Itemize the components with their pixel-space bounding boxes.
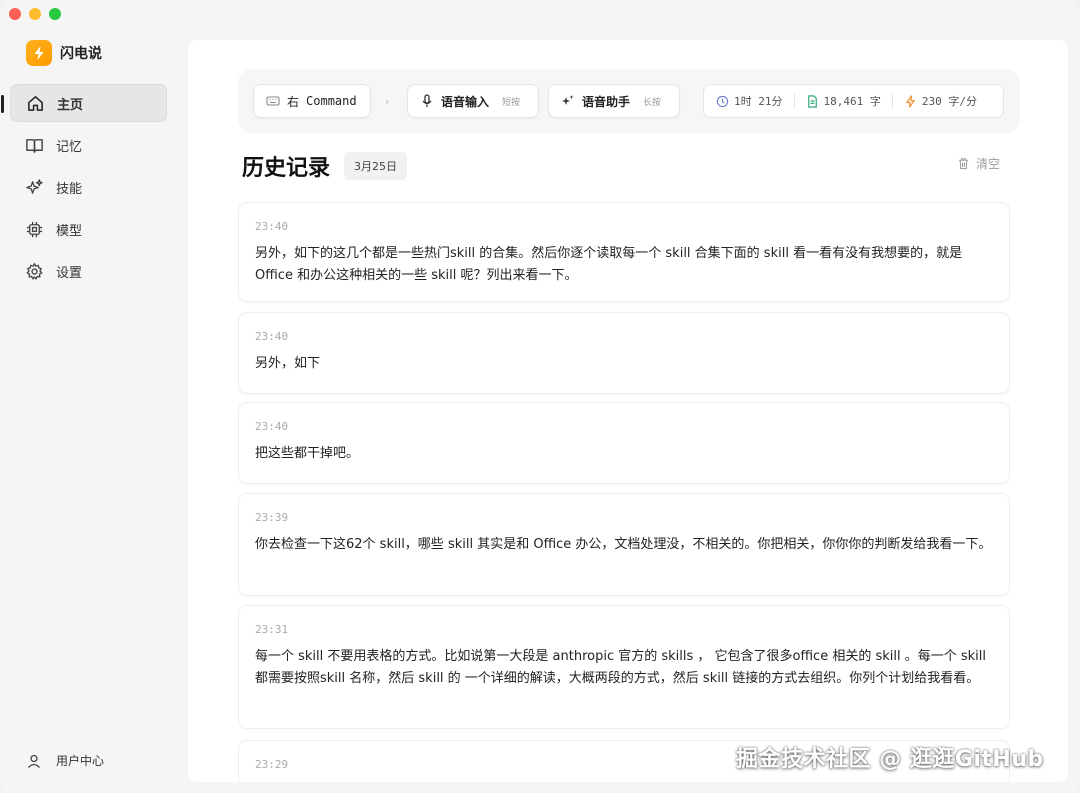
chevron-right-icon: › [385, 95, 390, 108]
sidebar-item-label: 模型 [56, 223, 83, 239]
trash-icon [958, 158, 969, 170]
voice-input-button[interactable]: 语音输入 短按 [407, 84, 539, 118]
stat-divider [793, 94, 795, 108]
command-key: 右 [287, 94, 300, 109]
voice-assistant-button[interactable]: 语音助手 长按 [548, 84, 680, 118]
book-icon [26, 138, 43, 153]
brand: 闪电说 [26, 40, 102, 66]
history-record[interactable]: 23:40 把这些都干掉吧。 [238, 402, 1010, 484]
sidebar-item-label: 记忆 [56, 139, 83, 155]
app-name: 闪电说 [60, 46, 102, 62]
clock-icon [716, 95, 729, 107]
voice-assistant-label: 语音助手 [582, 94, 631, 109]
clear-label: 清空 [976, 157, 1001, 171]
sidebar-item-home[interactable]: 主页 [1, 84, 167, 122]
lightning-icon [906, 94, 915, 108]
record-time: 23:39 [255, 511, 289, 524]
app-window: 闪电说 主页 记忆 技能 模型 设置 用户中心 右 Command › 语音输入… [0, 0, 1080, 793]
record-text: 另外，如下 [255, 356, 321, 371]
sidebar-item-label: 主页 [57, 97, 84, 113]
user-center-button[interactable]: 用户中心 [26, 752, 104, 769]
user-icon [28, 754, 40, 768]
history-record[interactable]: 23:31 每一个 skill 不要用表格的方式。比如说第一大段是 anthro… [238, 605, 1010, 729]
sidebar-item-label: 技能 [56, 181, 83, 197]
usage-stats: 1时 21分 18,461 字 230 字/分 [703, 84, 1004, 118]
lightning-logo-icon [26, 40, 52, 66]
record-text: 你去检查一下这62个 skill，哪些 skill 其实是和 Office 办公… [255, 537, 992, 552]
document-icon [807, 94, 817, 108]
sidebar: 闪电说 主页 记忆 技能 模型 设置 用户中心 [0, 0, 188, 793]
sparkle-icon [562, 95, 574, 105]
clear-history-button[interactable]: 清空 [957, 155, 1000, 172]
chars-value: 18,461 字 [823, 95, 881, 108]
sparkle-icon [26, 178, 43, 194]
record-text: 每一个 skill 不要用表格的方式。比如说第一大段是 anthropic 官方… [255, 649, 987, 686]
stat-divider [891, 94, 893, 108]
voice-input-label: 语音输入 [441, 94, 490, 109]
history-record[interactable]: 23:40 另外，如下 [238, 312, 1010, 394]
home-icon [28, 95, 43, 111]
history-record[interactable]: 23:39 你去检查一下这62个 skill，哪些 skill 其实是和 Off… [238, 493, 1010, 596]
shortcut-toolbar: 右 Command › 语音输入 短按 语音助手 长按 1时 21分 18,46… [238, 69, 1020, 133]
record-time: 23:40 [255, 420, 289, 433]
command-label: Command [306, 94, 357, 108]
user-center-label: 用户中心 [56, 754, 105, 768]
record-time: 23:40 [255, 220, 289, 233]
chars-stat: 18,461 字 [806, 93, 881, 109]
sidebar-item-memory[interactable]: 记忆 [10, 126, 167, 164]
keyboard-icon [266, 96, 280, 106]
voice-input-hint: 短按 [502, 97, 521, 108]
command-key-button[interactable]: 右 Command [253, 84, 371, 118]
page-title: 历史记录 [242, 156, 331, 181]
duration-value: 1时 21分 [734, 95, 783, 108]
sidebar-item-label: 设置 [56, 265, 83, 281]
main-panel: 右 Command › 语音输入 短按 语音助手 长按 1时 21分 18,46… [188, 40, 1068, 782]
gear-icon [26, 262, 43, 280]
sidebar-item-settings[interactable]: 设置 [10, 252, 167, 290]
history-list: 23:40 另外，如下的这几个都是一些热门skill 的合集。然后你逐个读取每一… [238, 202, 1010, 782]
duration-stat: 1时 21分 [716, 93, 783, 109]
record-time: 23:31 [255, 623, 289, 636]
voice-assistant-hint: 长按 [643, 97, 662, 108]
record-text: 另外，如下的这几个都是一些热门skill 的合集。然后你逐个读取每一个 skil… [255, 246, 963, 283]
history-record[interactable]: 23:40 另外，如下的这几个都是一些热门skill 的合集。然后你逐个读取每一… [238, 202, 1010, 302]
speed-stat: 230 字/分 [904, 93, 977, 109]
sidebar-item-skills[interactable]: 技能 [10, 168, 167, 206]
watermark: 掘金技术社区 @ 逛逛GitHub [736, 747, 1044, 772]
history-header: 历史记录 3月25日 [242, 150, 408, 182]
record-text: 把这些都干掉吧。 [255, 446, 360, 461]
speed-value: 230 字/分 [921, 95, 977, 108]
sidebar-item-models[interactable]: 模型 [10, 210, 167, 248]
microphone-icon [422, 94, 432, 107]
record-time: 23:40 [255, 330, 289, 343]
chip-icon [26, 221, 43, 237]
date-badge: 3月25日 [344, 152, 408, 180]
sidebar-nav: 主页 记忆 技能 模型 设置 [1, 84, 167, 294]
